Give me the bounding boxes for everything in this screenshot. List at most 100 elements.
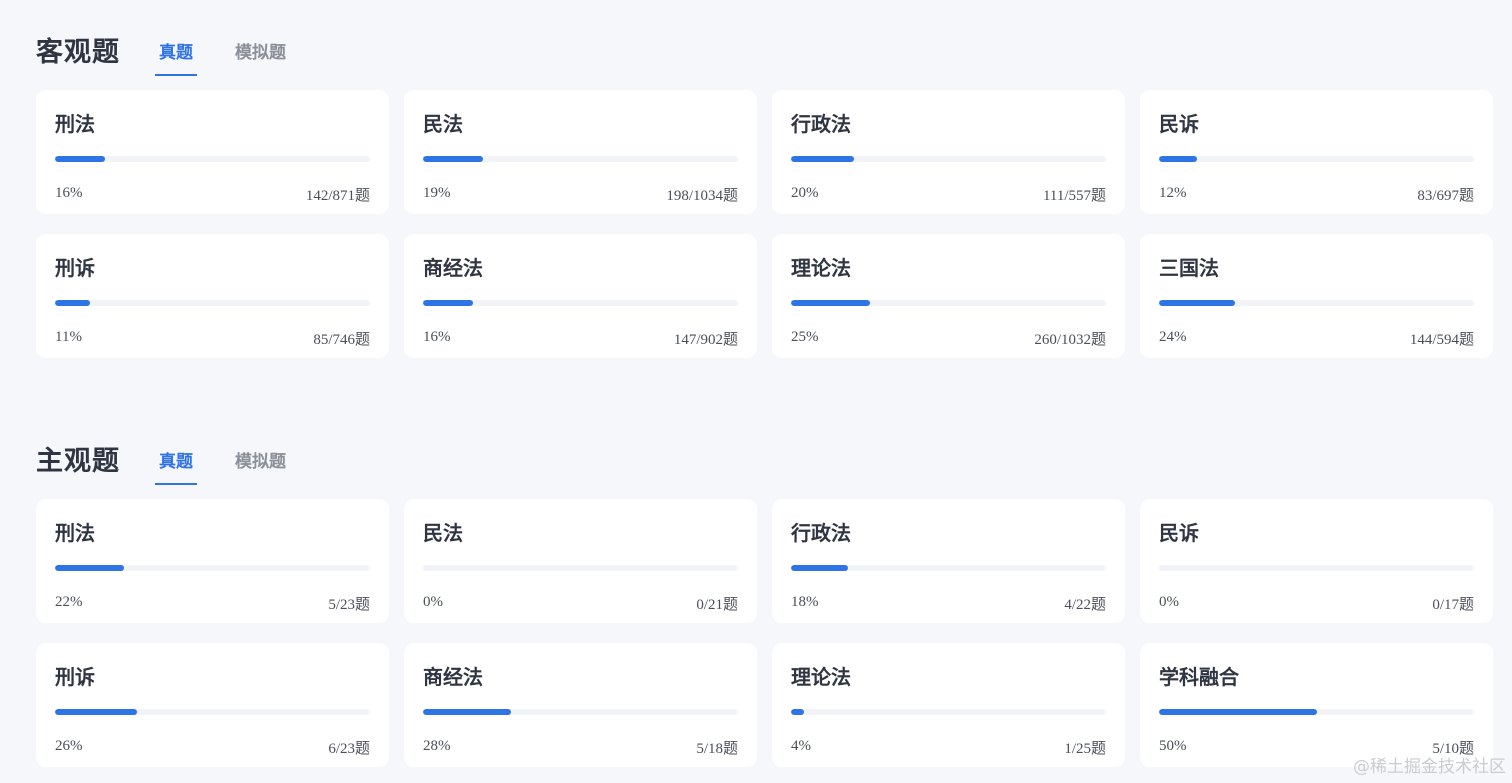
subject-title: 民诉 xyxy=(1159,521,1199,545)
subject-title: 民法 xyxy=(423,112,463,136)
progress-fill xyxy=(1159,709,1317,715)
progress-bar xyxy=(791,300,1106,306)
subject-title: 民法 xyxy=(423,521,463,545)
subject-card[interactable]: 民法 19% 198/1034题 xyxy=(404,90,757,214)
subject-card[interactable]: 三国法 24% 144/594题 xyxy=(1140,234,1493,358)
subject-title: 学科融合 xyxy=(1159,665,1239,689)
objective-section: 客观题 真题 模拟题 刑法 16% 142/871题 民法 19% 198/10… xyxy=(36,28,1493,358)
progress-bar xyxy=(55,565,370,571)
section-title: 主观题 xyxy=(36,446,120,477)
tab-mock-exam[interactable]: 模拟题 xyxy=(231,443,290,481)
subject-title: 民诉 xyxy=(1159,112,1199,136)
subject-card[interactable]: 学科融合 50% 5/10题 xyxy=(1140,643,1493,767)
watermark: @稀土掘金技术社区 xyxy=(1353,757,1506,777)
progress-fill xyxy=(791,156,854,162)
progress-fill xyxy=(423,300,474,306)
progress-bar xyxy=(791,565,1106,571)
progress-fill xyxy=(55,300,90,306)
subject-card[interactable]: 刑诉 26% 6/23题 xyxy=(36,643,389,767)
progress-bar xyxy=(791,156,1106,162)
progress-fill xyxy=(791,300,870,306)
progress-bar xyxy=(791,709,1106,715)
subject-card[interactable]: 理论法 4% 1/25题 xyxy=(772,643,1125,767)
progress-bar xyxy=(423,565,738,571)
percent-label: 4% xyxy=(791,738,811,754)
count-label: 111/557题 xyxy=(1042,188,1106,204)
subject-card[interactable]: 民法 0% 0/21题 xyxy=(404,499,757,623)
subject-card[interactable]: 刑法 16% 142/871题 xyxy=(36,90,389,214)
progress-bar xyxy=(55,156,370,162)
progress-bar xyxy=(423,156,738,162)
tab-real-exam[interactable]: 真题 xyxy=(155,34,197,76)
progress-fill xyxy=(55,156,106,162)
percent-label: 0% xyxy=(1159,594,1179,610)
page: 客观题 真题 模拟题 刑法 16% 142/871题 民法 19% 198/10… xyxy=(0,0,1512,783)
progress-bar xyxy=(1159,709,1474,715)
progress-fill xyxy=(791,565,848,571)
count-label: 0/21题 xyxy=(696,597,738,613)
subject-title: 理论法 xyxy=(791,665,851,689)
percent-label: 16% xyxy=(423,329,451,345)
progress-bar xyxy=(55,300,370,306)
percent-label: 0% xyxy=(423,594,443,610)
objective-header: 客观题 真题 模拟题 xyxy=(36,28,1492,76)
percent-label: 24% xyxy=(1159,329,1187,345)
subject-title: 行政法 xyxy=(791,521,851,545)
subjective-header: 主观题 真题 模拟题 xyxy=(36,437,1492,485)
subject-title: 商经法 xyxy=(423,256,483,280)
count-label: 4/22题 xyxy=(1064,597,1106,613)
progress-bar xyxy=(423,300,738,306)
subject-card[interactable]: 刑诉 11% 85/746题 xyxy=(36,234,389,358)
count-label: 260/1032题 xyxy=(1034,332,1106,348)
count-label: 144/594题 xyxy=(1409,332,1474,348)
subject-title: 刑诉 xyxy=(55,256,95,280)
subject-title: 理论法 xyxy=(791,256,851,280)
subject-card[interactable]: 行政法 18% 4/22题 xyxy=(772,499,1125,623)
percent-label: 20% xyxy=(791,185,819,201)
count-label: 85/746题 xyxy=(313,332,370,348)
progress-fill xyxy=(1159,156,1197,162)
subjective-section: 主观题 真题 模拟题 刑法 22% 5/23题 民法 0% 0/21题 行政法 … xyxy=(36,437,1493,767)
section-title: 客观题 xyxy=(36,37,120,68)
progress-bar xyxy=(1159,565,1474,571)
percent-label: 19% xyxy=(423,185,451,201)
subject-card[interactable]: 行政法 20% 111/557题 xyxy=(772,90,1125,214)
subject-card[interactable]: 商经法 28% 5/18题 xyxy=(404,643,757,767)
percent-label: 50% xyxy=(1159,738,1187,754)
subject-card[interactable]: 商经法 16% 147/902题 xyxy=(404,234,757,358)
percent-label: 12% xyxy=(1159,185,1187,201)
percent-label: 18% xyxy=(791,594,819,610)
count-label: 1/25题 xyxy=(1064,741,1106,757)
progress-bar xyxy=(1159,156,1474,162)
progress-fill xyxy=(55,565,125,571)
count-label: 0/17题 xyxy=(1432,597,1474,613)
subject-card[interactable]: 民诉 12% 83/697题 xyxy=(1140,90,1493,214)
subject-title: 刑诉 xyxy=(55,665,95,689)
progress-fill xyxy=(423,709,512,715)
count-label: 198/1034题 xyxy=(666,188,738,204)
count-label: 142/871题 xyxy=(305,188,370,204)
percent-label: 11% xyxy=(55,329,82,345)
subject-card[interactable]: 刑法 22% 5/23题 xyxy=(36,499,389,623)
subject-title: 刑法 xyxy=(55,521,95,545)
subject-grid: 刑法 22% 5/23题 民法 0% 0/21题 行政法 18% 4/22题 民… xyxy=(36,499,1493,767)
progress-fill xyxy=(1159,300,1235,306)
progress-bar xyxy=(55,709,370,715)
percent-label: 22% xyxy=(55,594,83,610)
subject-title: 行政法 xyxy=(791,112,851,136)
count-label: 5/18题 xyxy=(696,741,738,757)
progress-fill xyxy=(55,709,137,715)
progress-fill xyxy=(423,156,483,162)
subject-title: 刑法 xyxy=(55,112,95,136)
percent-label: 26% xyxy=(55,738,83,754)
count-label: 6/23题 xyxy=(328,741,370,757)
tab-real-exam[interactable]: 真题 xyxy=(155,443,197,485)
count-label: 83/697题 xyxy=(1417,188,1474,204)
subject-card[interactable]: 理论法 25% 260/1032题 xyxy=(772,234,1125,358)
subject-title: 三国法 xyxy=(1159,256,1219,280)
subject-title: 商经法 xyxy=(423,665,483,689)
tab-mock-exam[interactable]: 模拟题 xyxy=(231,34,290,72)
percent-label: 16% xyxy=(55,185,83,201)
progress-bar xyxy=(423,709,738,715)
subject-card[interactable]: 民诉 0% 0/17题 xyxy=(1140,499,1493,623)
